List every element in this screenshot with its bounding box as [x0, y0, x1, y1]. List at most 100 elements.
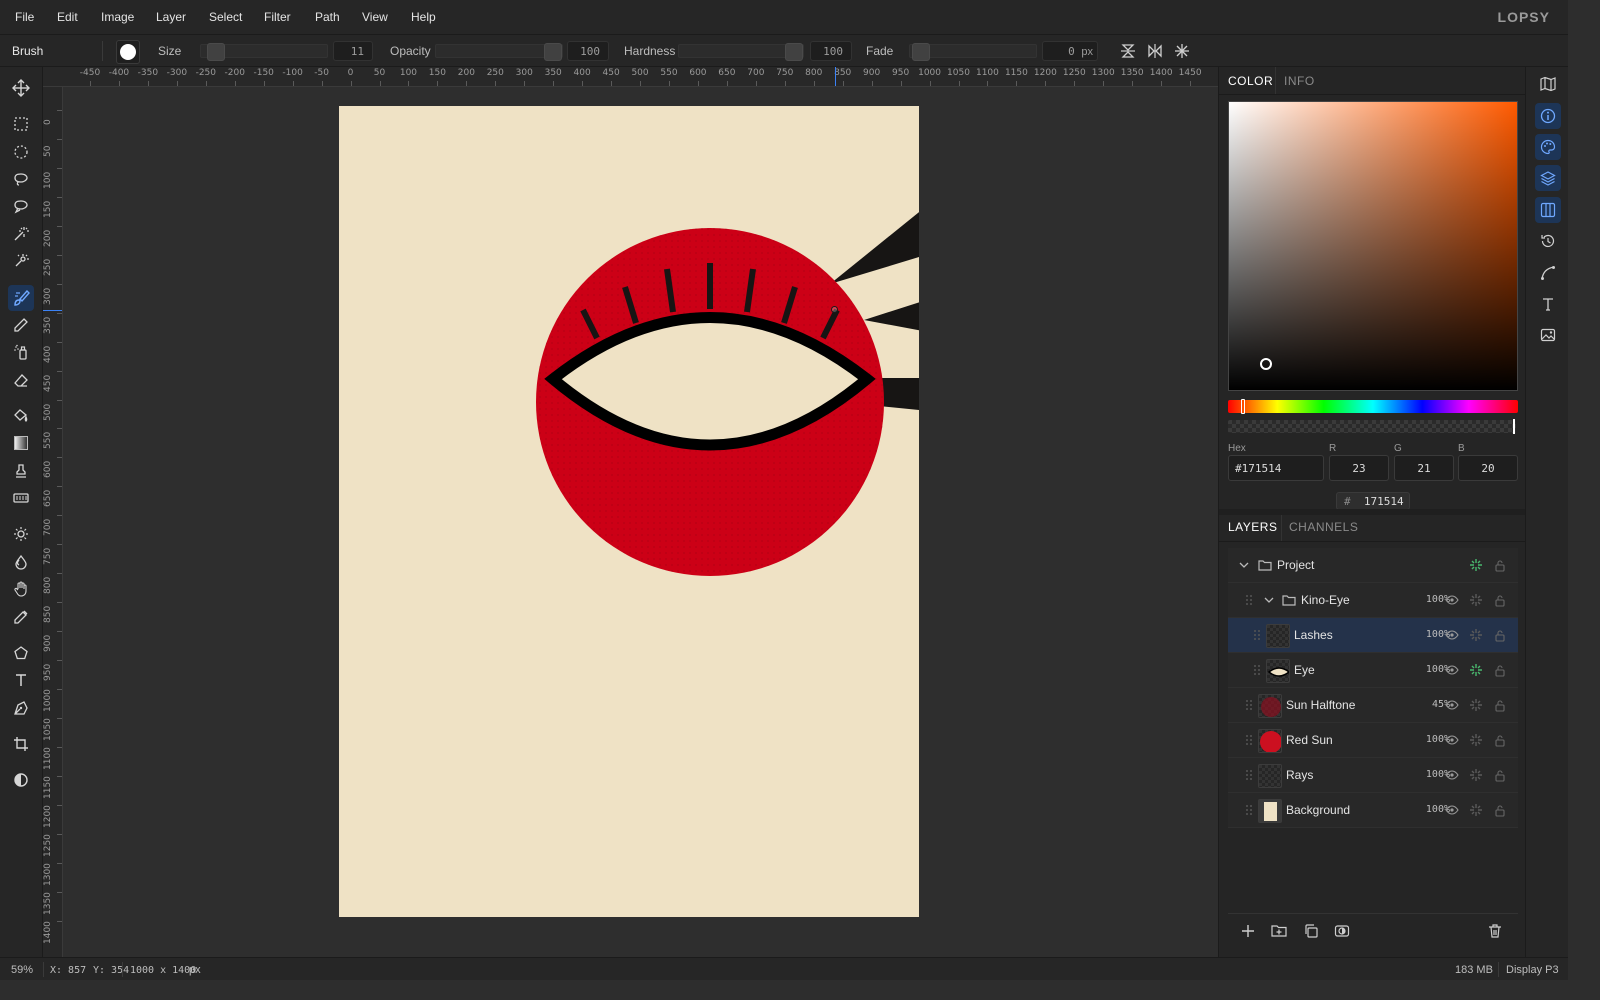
brush-preset-picker[interactable]: [116, 40, 140, 64]
burn-icon[interactable]: [8, 549, 34, 575]
palette-icon[interactable]: [1535, 134, 1561, 160]
drag-handle-icon[interactable]: [1249, 627, 1265, 643]
contrast-icon[interactable]: [8, 767, 34, 793]
canvas-area[interactable]: [63, 87, 1218, 957]
fade-slider-handle[interactable]: [912, 43, 930, 61]
effects-icon[interactable]: [1468, 697, 1484, 713]
menu-select[interactable]: Select: [209, 10, 242, 24]
layer-row-sun-halftone[interactable]: Sun Halftone 45%: [1228, 688, 1518, 723]
hardness-input[interactable]: 100: [810, 41, 852, 61]
layer-row-eye[interactable]: Eye 100%: [1228, 653, 1518, 688]
lock-icon[interactable]: [1492, 767, 1508, 783]
menu-view[interactable]: View: [362, 10, 388, 24]
drag-handle-icon[interactable]: [1241, 802, 1257, 818]
crop-icon[interactable]: [8, 731, 34, 757]
hue-slider-handle[interactable]: [1241, 399, 1245, 414]
layer-row-rays[interactable]: Rays 100%: [1228, 758, 1518, 793]
tab-info[interactable]: INFO: [1284, 74, 1315, 88]
columns-icon[interactable]: [1535, 197, 1561, 223]
lock-icon[interactable]: [1492, 557, 1508, 573]
eye-icon[interactable]: [1444, 592, 1460, 608]
layer-row-lashes[interactable]: Lashes 100%: [1228, 618, 1518, 653]
pen-icon[interactable]: [8, 695, 34, 721]
add-layer-icon[interactable]: [1240, 923, 1258, 941]
magnetic-lasso-icon[interactable]: [8, 193, 34, 219]
duplicate-layer-icon[interactable]: [1303, 923, 1321, 941]
menu-filter[interactable]: Filter: [264, 10, 291, 24]
add-group-icon[interactable]: [1271, 923, 1289, 941]
hardness-slider-handle[interactable]: [785, 43, 803, 61]
size-slider[interactable]: [200, 43, 328, 61]
spray-icon[interactable]: [8, 339, 34, 365]
effects-active-icon[interactable]: [1468, 557, 1484, 573]
b-input[interactable]: 20: [1458, 455, 1518, 481]
tab-layers[interactable]: LAYERS: [1228, 520, 1277, 534]
move-icon[interactable]: [8, 75, 34, 101]
chevron-down-icon[interactable]: [1261, 592, 1277, 608]
hex-input[interactable]: #171514: [1228, 455, 1324, 481]
quick-select-icon[interactable]: [8, 248, 34, 274]
eyedropper-icon[interactable]: [8, 604, 34, 630]
menu-layer[interactable]: Layer: [156, 10, 186, 24]
fade-input[interactable]: 0 px: [1042, 41, 1098, 61]
lock-icon[interactable]: [1492, 627, 1508, 643]
color-picker-handle[interactable]: [1260, 358, 1272, 370]
stamp-icon[interactable]: [8, 458, 34, 484]
image-icon[interactable]: [1535, 322, 1561, 348]
patch-icon[interactable]: [8, 485, 34, 511]
lasso-icon[interactable]: [8, 166, 34, 192]
effects-icon[interactable]: [1468, 767, 1484, 783]
menu-help[interactable]: Help: [411, 10, 436, 24]
drag-handle-icon[interactable]: [1241, 767, 1257, 783]
flip-horizontal-icon[interactable]: [1145, 41, 1165, 61]
menu-image[interactable]: Image: [101, 10, 134, 24]
drag-handle-icon[interactable]: [1241, 697, 1257, 713]
dodge-icon[interactable]: [8, 521, 34, 547]
hardness-slider[interactable]: [678, 43, 804, 61]
effects-active-icon[interactable]: [1468, 662, 1484, 678]
tab-channels[interactable]: CHANNELS: [1289, 520, 1358, 534]
document[interactable]: [339, 106, 919, 917]
color-profile[interactable]: Display P3: [1506, 964, 1559, 976]
magic-wand-icon[interactable]: [8, 221, 34, 247]
info-icon[interactable]: [1535, 103, 1561, 129]
r-input[interactable]: 23: [1329, 455, 1389, 481]
type-icon[interactable]: [1535, 291, 1561, 317]
layer-row-project[interactable]: Project: [1228, 548, 1518, 583]
trash-icon[interactable]: [1487, 923, 1505, 941]
flip-vertical-icon[interactable]: [1118, 41, 1138, 61]
eye-icon[interactable]: [1444, 767, 1460, 783]
drag-handle-icon[interactable]: [1249, 662, 1265, 678]
tab-color[interactable]: COLOR: [1228, 74, 1273, 88]
zoom-level[interactable]: 59%: [11, 964, 33, 976]
history-icon[interactable]: [1535, 228, 1561, 254]
fade-slider[interactable]: [909, 43, 1037, 61]
drag-handle-icon[interactable]: [1241, 592, 1257, 608]
gradient-icon[interactable]: [8, 430, 34, 456]
hue-slider[interactable]: [1228, 399, 1518, 414]
polygon-icon[interactable]: [8, 640, 34, 666]
hex-chip[interactable]: # 171514: [1336, 492, 1410, 510]
g-input[interactable]: 21: [1394, 455, 1454, 481]
smudge-icon[interactable]: [8, 576, 34, 602]
size-slider-handle[interactable]: [207, 43, 226, 61]
layer-mask-icon[interactable]: [1334, 923, 1352, 941]
saturation-value-picker[interactable]: [1228, 101, 1518, 391]
opacity-input[interactable]: 100: [567, 41, 609, 61]
menu-edit[interactable]: Edit: [57, 10, 78, 24]
menu-path[interactable]: Path: [315, 10, 340, 24]
ellipse-select-icon[interactable]: [8, 139, 34, 165]
size-input[interactable]: 11: [333, 41, 373, 61]
eye-icon[interactable]: [1444, 697, 1460, 713]
layer-row-background[interactable]: Background 100%: [1228, 793, 1518, 828]
eraser-icon[interactable]: [8, 367, 34, 393]
fill-bucket-icon[interactable]: [8, 403, 34, 429]
map-icon[interactable]: [1535, 71, 1561, 97]
eye-icon[interactable]: [1444, 662, 1460, 678]
lock-icon[interactable]: [1492, 732, 1508, 748]
rect-select-icon[interactable]: [8, 111, 34, 137]
effects-icon[interactable]: [1468, 627, 1484, 643]
alpha-slider-handle[interactable]: [1513, 419, 1515, 434]
text-icon[interactable]: [8, 667, 34, 693]
effects-icon[interactable]: [1468, 592, 1484, 608]
